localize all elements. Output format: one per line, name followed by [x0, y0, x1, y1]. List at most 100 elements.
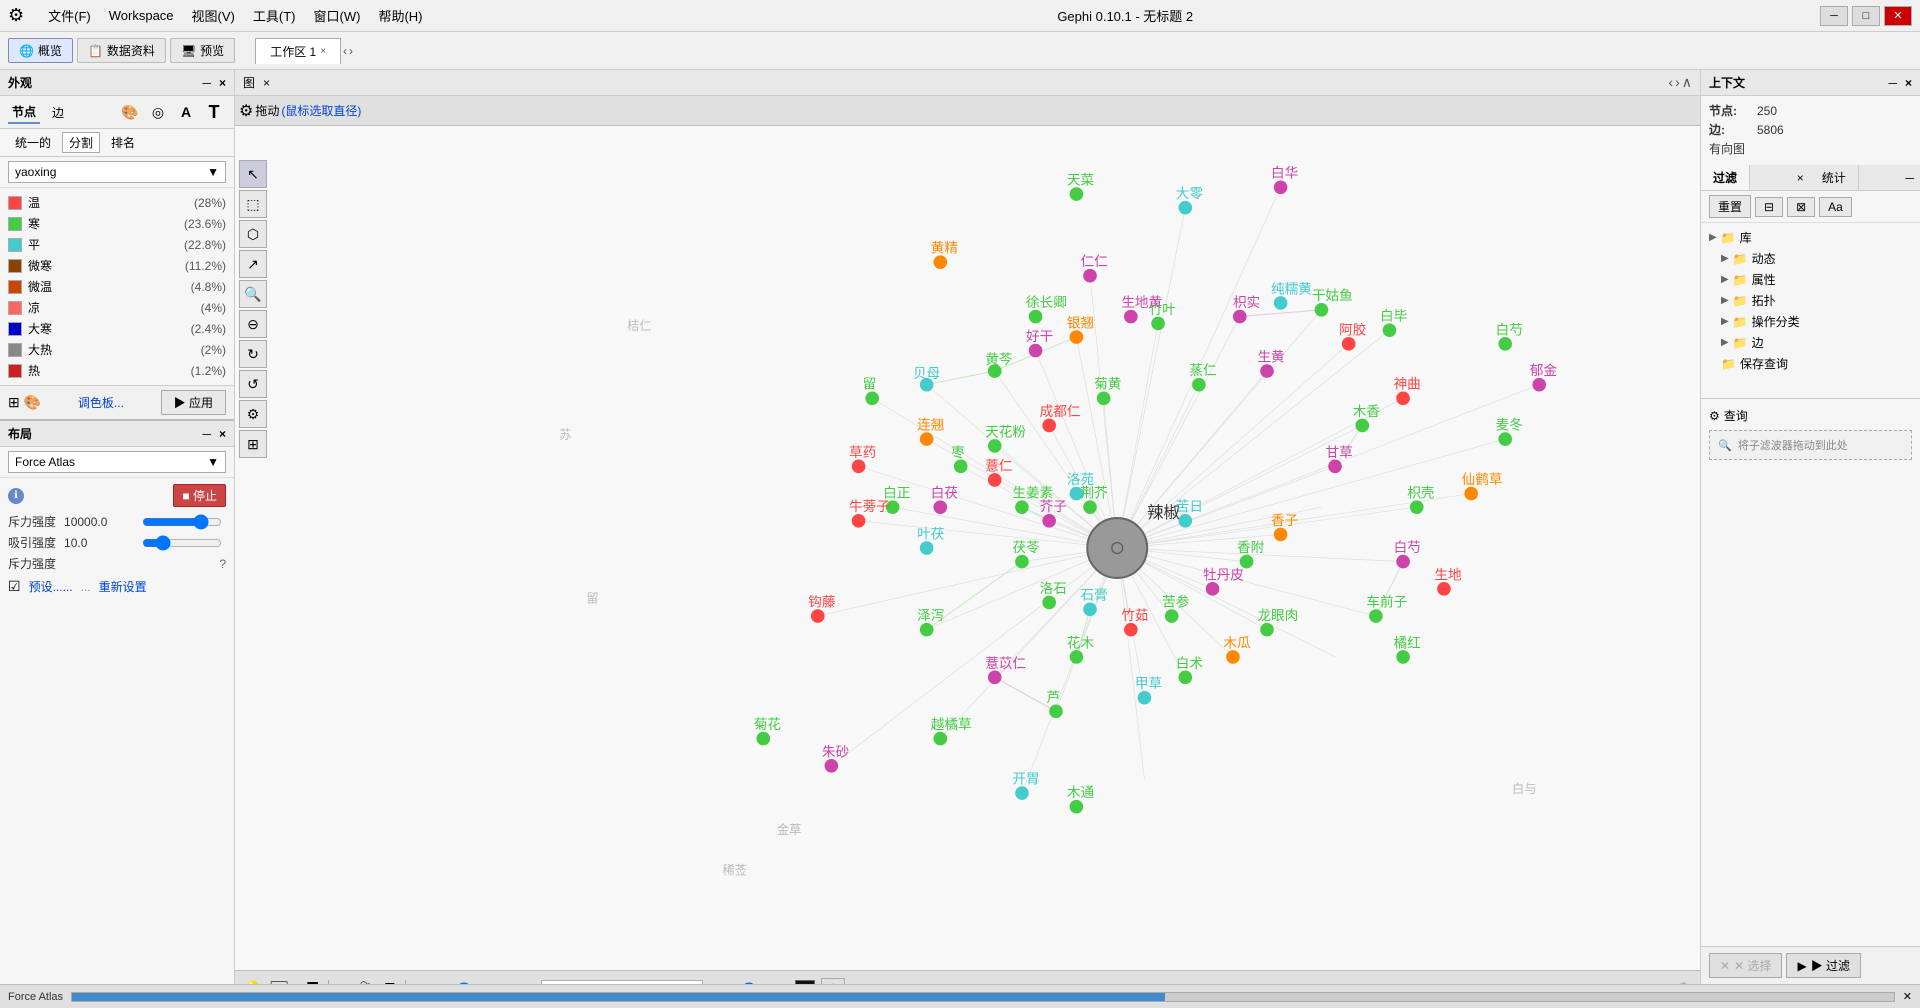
filter-tab-close-icon[interactable]: ×: [1791, 171, 1810, 185]
preset-row: ☑ 预设...... ... 重新设置: [8, 574, 226, 599]
legend-label-0: 温: [28, 194, 188, 211]
action-btn-1[interactable]: ⊟: [1755, 197, 1783, 217]
label-size-icon-tab[interactable]: T: [202, 100, 226, 124]
layout-info-icon[interactable]: ℹ: [8, 488, 24, 504]
tree-item-dynamic[interactable]: ▶ 📁 动态: [1701, 248, 1920, 269]
unified-tab[interactable]: 统一的: [8, 132, 58, 153]
svg-text:洛石: 洛石: [1040, 581, 1067, 596]
undo-btn[interactable]: ↺: [239, 370, 267, 398]
tree-item-topology[interactable]: ▶ 📁 拓扑: [1701, 290, 1920, 311]
menu-workspace[interactable]: Workspace: [101, 6, 182, 25]
filter-button[interactable]: ▶ ▶ 过滤: [1786, 953, 1861, 978]
nav-up-icon[interactable]: ∧: [1682, 74, 1692, 91]
stats-tab[interactable]: 统计: [1810, 165, 1859, 190]
settings2-btn[interactable]: ⊞: [239, 430, 267, 458]
appearance-minimize-icon[interactable]: ─: [202, 76, 211, 90]
appearance-dropdown[interactable]: yaoxing ▼: [8, 161, 226, 183]
minus-zoom-btn[interactable]: ⊖: [239, 310, 267, 338]
context-close-icon[interactable]: ×: [1905, 76, 1912, 90]
color-icon-tab[interactable]: 🎨: [118, 100, 142, 124]
workspace-tab[interactable]: 工作区 1 ×: [255, 38, 341, 64]
select-x-icon: ✕: [1720, 959, 1730, 973]
tab-nav-left[interactable]: ‹: [343, 44, 347, 58]
partition-tab[interactable]: 分割: [62, 132, 100, 153]
lasso-btn[interactable]: ↗: [239, 250, 267, 278]
nav-left-icon[interactable]: ‹: [1668, 74, 1673, 91]
query-header: ⚙ 查询: [1709, 407, 1912, 424]
maximize-button[interactable]: □: [1852, 6, 1880, 26]
select-button[interactable]: ✕ ✕ 选择: [1709, 953, 1782, 978]
tree-item-ops[interactable]: ▶ 📁 操作分类: [1701, 311, 1920, 332]
edges-tab[interactable]: 边: [48, 102, 68, 123]
svg-text:枳实: 枳实: [1233, 295, 1260, 310]
tree-item-attribute[interactable]: ▶ 📁 属性: [1701, 269, 1920, 290]
legend-item-3: 微寒 (11.2%): [8, 255, 226, 276]
graph-panel-title: 图: [243, 74, 255, 91]
menu-window[interactable]: 窗口(W): [306, 4, 369, 27]
color-swatch-3: [8, 259, 22, 273]
legend-label-5: 凉: [28, 299, 195, 316]
checkbox-icon[interactable]: ☑: [8, 578, 21, 595]
appearance-close-icon[interactable]: ×: [219, 76, 226, 90]
svg-text:生地: 生地: [1434, 567, 1462, 582]
menu-help[interactable]: 帮助(H): [370, 4, 430, 27]
directed-label: 有向图: [1709, 140, 1745, 157]
preset-label[interactable]: 预设......: [29, 578, 73, 595]
layout-dropdown[interactable]: Force Atlas ▼: [8, 451, 226, 473]
hex-btn[interactable]: ⬡: [239, 220, 267, 248]
layout-minimize-icon[interactable]: ─: [202, 427, 211, 441]
layout-close-icon[interactable]: ×: [219, 427, 226, 441]
tree-item-edge[interactable]: ▶ 📁 边: [1701, 332, 1920, 353]
param-help-icon[interactable]: ?: [219, 557, 226, 571]
legend-pct-8: (1.2%): [191, 364, 226, 378]
reset-label[interactable]: 重新设置: [99, 578, 147, 595]
svg-text:菊黄: 菊黄: [1094, 377, 1121, 392]
overview-button[interactable]: 🌐 概览: [8, 38, 73, 63]
context-minimize-icon[interactable]: ─: [1888, 76, 1897, 90]
action-btns: ✕ ✕ 选择 ▶ ▶ 过滤: [1701, 946, 1920, 984]
svg-text:薏苡仁: 薏苡仁: [985, 656, 1026, 671]
legend-item-0: 温 (28%): [8, 192, 226, 213]
rect-select-btn[interactable]: ⬚: [239, 190, 267, 218]
preview-button[interactable]: 🖥 预览: [170, 38, 235, 63]
minimize-button[interactable]: ─: [1820, 6, 1848, 26]
stop-button[interactable]: ■ 停止: [173, 484, 226, 507]
redo-btn[interactable]: ↻: [239, 340, 267, 368]
palette-icon[interactable]: 🎨: [24, 394, 41, 411]
zoom-btn[interactable]: 🔍: [239, 280, 267, 308]
close-button[interactable]: ✕: [1884, 6, 1912, 26]
ranking-tab[interactable]: 排名: [104, 132, 142, 153]
action-btn-3[interactable]: Aa: [1819, 197, 1852, 217]
filter-tab[interactable]: 过滤: [1701, 165, 1750, 190]
svg-text:洛苑: 洛苑: [1067, 472, 1095, 487]
label-icon-tab[interactable]: A: [174, 100, 198, 124]
settings-btn[interactable]: ⚙: [239, 400, 267, 428]
size-icon-tab[interactable]: ◎: [146, 100, 170, 124]
layout-panel: 布局 ─ × Force Atlas ▼ ℹ ■ 停止: [0, 419, 234, 605]
menu-view[interactable]: 视图(V): [184, 4, 243, 27]
tab-nav-right[interactable]: ›: [349, 44, 353, 58]
select-tool-btn[interactable]: ↖: [239, 160, 267, 188]
filter-icon[interactable]: ⊞: [8, 394, 20, 411]
svg-text:好干: 好干: [1026, 329, 1053, 344]
svg-text:连翘: 连翘: [917, 418, 945, 433]
palette-btn[interactable]: 调色板...: [78, 394, 124, 411]
svg-text:仁仁: 仁仁: [1080, 254, 1107, 269]
param-slider-0[interactable]: [142, 514, 222, 530]
tree-item-library[interactable]: ▶ 📁 库: [1701, 227, 1920, 248]
tree-item-save[interactable]: 📁 保存查询: [1701, 353, 1920, 374]
graph-panel-close-icon[interactable]: ×: [263, 76, 270, 90]
nav-right-icon[interactable]: ›: [1675, 74, 1680, 91]
status-close-icon[interactable]: ✕: [1903, 990, 1912, 1003]
param-slider-1[interactable]: [142, 535, 222, 551]
menu-tools[interactable]: 工具(T): [245, 4, 304, 27]
nodes-tab[interactable]: 节点: [8, 101, 40, 124]
reset-btn[interactable]: 重置: [1709, 195, 1751, 218]
apply-button[interactable]: ▶ 应用: [161, 390, 226, 415]
data-button[interactable]: 📋 数据资料: [77, 38, 166, 63]
tab-close-icon[interactable]: ×: [320, 46, 326, 57]
query-drop-area[interactable]: 🔍 将子滤波器拖动到此处: [1709, 430, 1912, 460]
menu-file[interactable]: 文件(F): [40, 4, 99, 27]
stats-tab-close-icon[interactable]: ─: [1899, 171, 1920, 185]
action-btn-2[interactable]: ⊠: [1787, 197, 1815, 217]
